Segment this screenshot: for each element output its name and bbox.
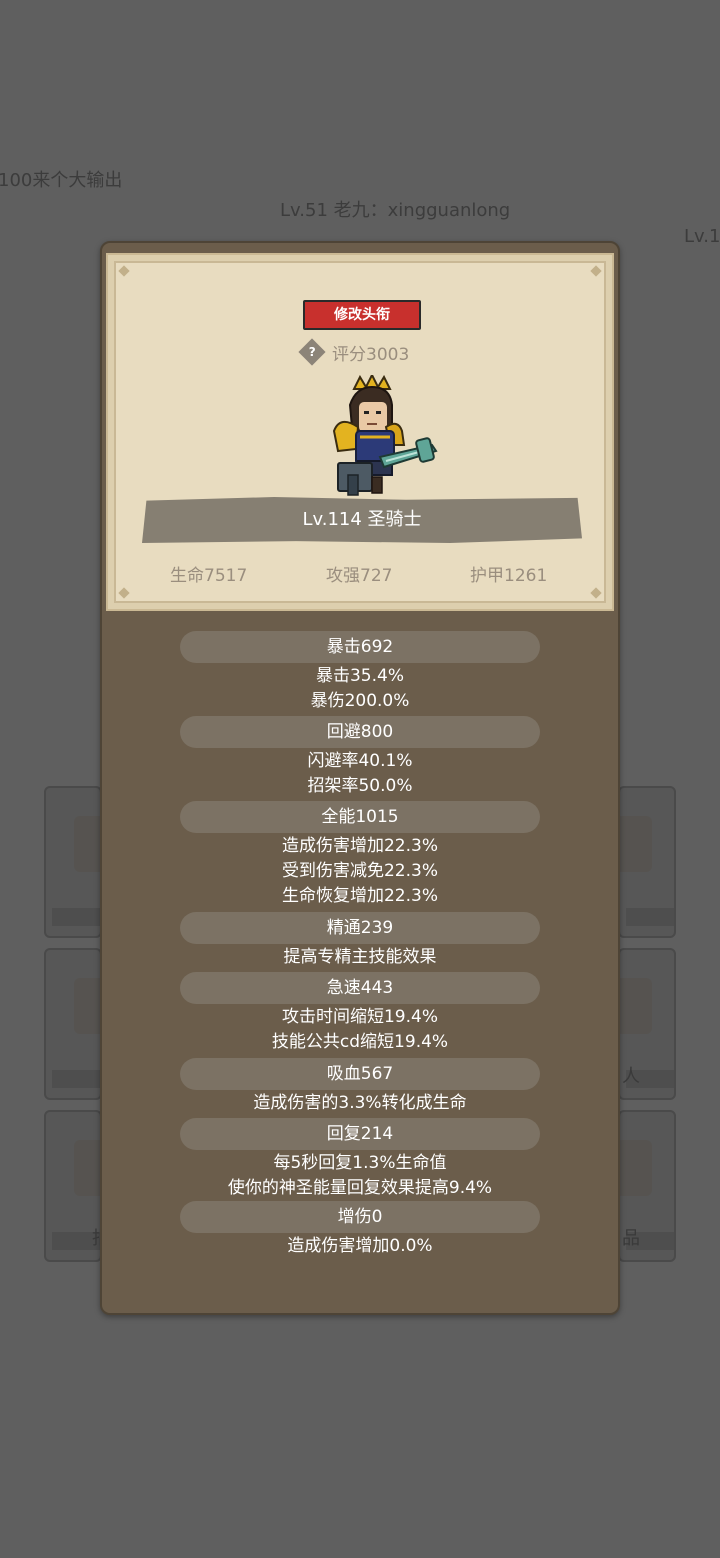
armor-stat: 护甲1261 xyxy=(470,566,548,586)
equipment-slot[interactable] xyxy=(44,948,110,1100)
stat-line: 暴伤200.0% xyxy=(310,691,410,711)
chat-message: 100来个大输出 xyxy=(0,170,123,191)
stat-line: 每5秒回复1.3%生命值 xyxy=(273,1153,447,1173)
stat-header-crit: 暴击692 xyxy=(180,631,540,663)
stat-line: 攻击时间缩短19.4% xyxy=(281,1007,438,1027)
equipment-slot[interactable]: 指 xyxy=(44,1110,110,1262)
corner-ornament xyxy=(118,587,130,599)
equipment-slot[interactable]: 品 xyxy=(616,1110,676,1262)
score-row: ? 评分3003 xyxy=(298,338,410,366)
equipment-slot[interactable] xyxy=(616,786,676,938)
stat-line: 提高专精主技能效果 xyxy=(283,947,437,967)
stat-header-lifesteal: 吸血567 xyxy=(180,1058,540,1090)
help-icon[interactable]: ? xyxy=(298,338,326,366)
slot-caption: 品 xyxy=(622,1228,640,1249)
equipment-slot[interactable] xyxy=(44,786,110,938)
player-line-partial: Lv.1 xyxy=(684,226,720,247)
stat-header-haste: 急速443 xyxy=(180,972,540,1004)
stat-line: 技能公共cd缩短19.4% xyxy=(271,1032,449,1052)
stat-header-regen: 回复214 xyxy=(180,1118,540,1150)
character-stats-panel: 修改头衔 ? 评分3003 Lv.114 圣骑士 生命7517 攻强727 护甲… xyxy=(100,241,620,1315)
attack-stat: 攻强727 xyxy=(326,566,393,586)
stat-header-dodge: 回避800 xyxy=(180,716,540,748)
hp-stat: 生命7517 xyxy=(170,566,248,586)
equipment-slot[interactable]: 人 xyxy=(616,948,676,1100)
stat-line: 暴击35.4% xyxy=(315,666,404,686)
edit-title-button[interactable]: 修改头衔 xyxy=(303,300,421,330)
paladin-avatar xyxy=(332,375,438,496)
stat-header-versatility: 全能1015 xyxy=(180,801,540,833)
score-text: 评分3003 xyxy=(332,344,410,365)
base-stats-row: 生命7517 攻强727 护甲1261 xyxy=(108,561,612,587)
profile-card: 修改头衔 ? 评分3003 Lv.114 圣骑士 生命7517 攻强727 护甲… xyxy=(106,253,614,611)
corner-ornament xyxy=(590,265,602,277)
player-line: Lv.51 老九：xingguanlong xyxy=(280,200,511,221)
corner-ornament xyxy=(590,587,602,599)
stat-line: 造成伤害增加0.0% xyxy=(287,1236,433,1256)
stat-line: 造成伤害的3.3%转化成生命 xyxy=(253,1093,467,1113)
corner-ornament xyxy=(118,265,130,277)
slot-caption: 人 xyxy=(622,1066,640,1087)
stat-line: 使你的神圣能量回复效果提高9.4% xyxy=(227,1178,493,1198)
stat-line: 造成伤害增加22.3% xyxy=(281,836,438,856)
stat-line: 生命恢复增加22.3% xyxy=(281,886,438,906)
stat-line: 闪避率40.1% xyxy=(307,751,413,771)
stat-header-damage-bonus: 增伤0 xyxy=(180,1201,540,1233)
character-name-banner: Lv.114 圣骑士 xyxy=(142,497,582,543)
stat-header-mastery: 精通239 xyxy=(180,912,540,944)
stat-line: 受到伤害减免22.3% xyxy=(281,861,438,881)
stat-line: 招架率50.0% xyxy=(307,776,413,796)
